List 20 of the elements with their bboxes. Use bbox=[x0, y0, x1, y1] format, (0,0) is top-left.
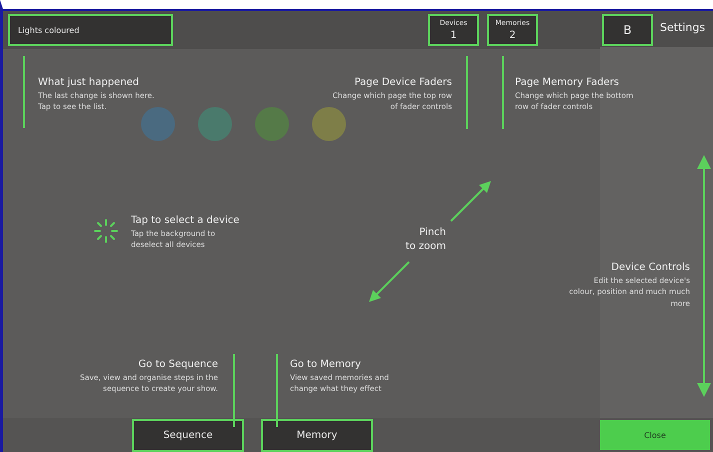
sequence-button[interactable]: Sequence bbox=[132, 419, 244, 452]
leader-line bbox=[23, 56, 25, 128]
tip-title: Page Device Faders bbox=[353, 77, 452, 88]
tip-title: Page Memory Faders bbox=[515, 77, 620, 88]
b-button[interactable]: B bbox=[602, 14, 653, 46]
tip-text: to zoom bbox=[404, 240, 446, 254]
tap-sparkle-icon bbox=[93, 218, 119, 244]
arrow-down-left-icon bbox=[367, 260, 411, 304]
tip-title: What just happened bbox=[38, 77, 140, 88]
tip-title: Tap to select a device bbox=[131, 215, 239, 226]
double-arrow-icon bbox=[697, 155, 711, 397]
last-change-button[interactable]: Lights coloured bbox=[8, 14, 173, 46]
close-button[interactable]: Close bbox=[600, 420, 710, 450]
tip-title: Device Controls bbox=[610, 262, 690, 273]
tip-title: Pinch bbox=[418, 226, 446, 240]
settings-button[interactable]: Settings bbox=[660, 21, 706, 34]
arrow-up-right-icon bbox=[449, 179, 493, 223]
tip-title: Go to Memory bbox=[290, 359, 362, 370]
memory-button[interactable]: Memory bbox=[261, 419, 373, 452]
tip-title: Go to Sequence bbox=[137, 359, 218, 370]
